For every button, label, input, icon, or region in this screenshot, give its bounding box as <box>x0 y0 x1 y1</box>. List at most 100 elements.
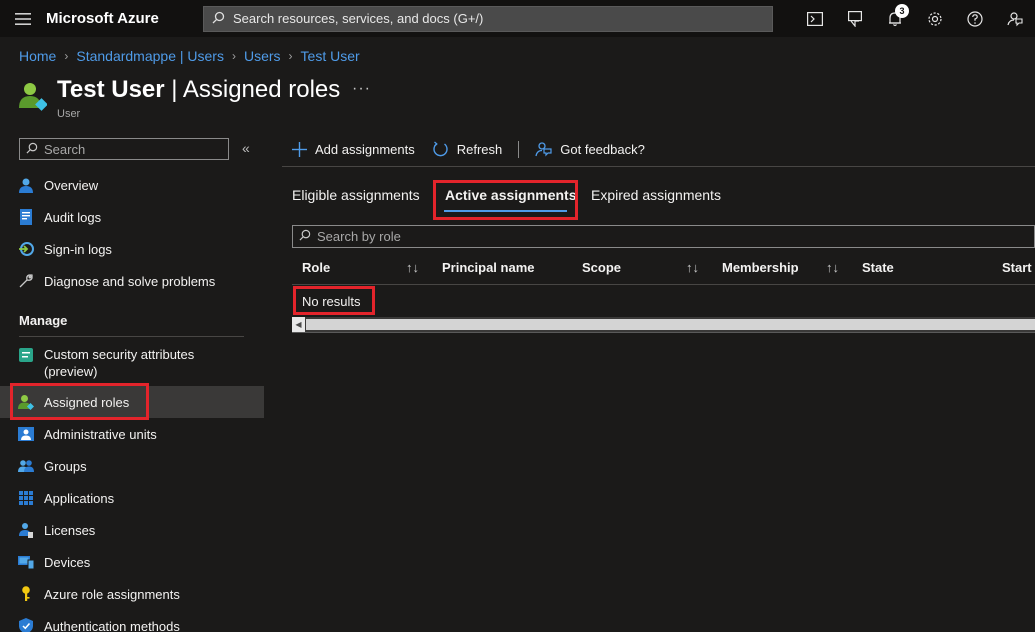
got-feedback-button[interactable]: Got feedback? <box>535 141 645 157</box>
user-role-icon <box>17 393 35 411</box>
top-bar: Microsoft Azure Search resources, servic… <box>0 0 1035 37</box>
page-subtitle: User <box>57 108 81 120</box>
sidebar-item-audit-logs[interactable]: Audit logs <box>0 201 264 233</box>
page-title: Test User | Assigned roles <box>57 76 340 104</box>
sidebar-item-label: Diagnose and solve problems <box>44 273 216 289</box>
tab-active-assignments[interactable]: Active assignments <box>445 187 577 203</box>
sign-in-icon <box>17 240 35 258</box>
empty-table-message: No results <box>302 294 361 309</box>
sidebar-item-label: Administrative units <box>44 426 157 442</box>
more-options-icon[interactable]: ··· <box>352 80 371 98</box>
sidebar-item-azure-role-assignments[interactable]: Azure role assignments <box>0 578 264 610</box>
sidebar-item-label: Authentication methods <box>44 618 180 632</box>
sidebar-item-assigned-roles[interactable]: Assigned roles <box>0 386 264 418</box>
top-icons: 3 <box>795 0 1035 37</box>
search-by-role-input[interactable]: Search by role <box>292 225 1035 248</box>
breadcrumb-test-user[interactable]: Test User <box>301 48 360 64</box>
devices-icon <box>17 553 35 571</box>
chevron-right-icon: › <box>64 49 69 63</box>
chevron-right-icon: › <box>288 49 293 63</box>
section-divider <box>19 336 244 337</box>
admin-units-icon <box>17 425 35 443</box>
sidebar-item-label: Groups <box>44 458 87 474</box>
column-header-role[interactable]: Role <box>302 260 330 275</box>
column-header-membership[interactable]: Membership <box>722 260 799 275</box>
chevron-right-icon: › <box>231 49 236 63</box>
manage-section-heading: Manage <box>19 313 68 328</box>
sidebar-item-sign-in-logs[interactable]: Sign-in logs <box>0 233 264 265</box>
refresh-button[interactable]: Refresh <box>432 141 503 158</box>
applications-icon <box>17 489 35 507</box>
sidebar-item-label: Sign-in logs <box>44 241 112 257</box>
plus-icon <box>292 141 307 157</box>
help-icon[interactable] <box>955 0 995 37</box>
sidebar-item-label: Custom security attributes (preview) <box>44 346 194 380</box>
breadcrumb-users[interactable]: Users <box>244 48 281 64</box>
table-header-divider <box>292 284 1035 285</box>
breadcrumb: Home › Standardmappe | Users › Users › T… <box>19 48 360 64</box>
active-tab-indicator <box>444 210 567 212</box>
bell-icon[interactable]: 3 <box>875 0 915 37</box>
collapse-sidebar-icon[interactable]: « <box>242 140 250 156</box>
search-icon <box>212 11 225 27</box>
tab-expired-assignments[interactable]: Expired assignments <box>591 187 721 203</box>
feedback-icon[interactable] <box>995 0 1035 37</box>
sidebar-search-placeholder: Search <box>44 141 86 157</box>
sidebar-item-administrative-units[interactable]: Administrative units <box>0 418 264 450</box>
breadcrumb-standardmappe-users[interactable]: Standardmappe | Users <box>76 48 224 64</box>
sidebar-item-label-line1: Custom security attributes <box>44 347 195 362</box>
licenses-icon <box>17 521 35 539</box>
key-icon <box>17 585 35 603</box>
sidebar-item-overview[interactable]: Overview <box>0 169 264 201</box>
sidebar-item-label-line2: (preview) <box>44 364 98 379</box>
search-icon <box>299 229 311 244</box>
sort-arrows-icon[interactable]: ↑↓ <box>406 260 419 275</box>
attributes-icon <box>17 346 35 364</box>
gear-icon[interactable] <box>915 0 955 37</box>
column-header-scope[interactable]: Scope <box>582 260 621 275</box>
scrollbar-thumb[interactable] <box>306 319 1035 330</box>
column-header-start-time[interactable]: Start t <box>1002 260 1035 275</box>
column-header-state[interactable]: State <box>862 260 894 275</box>
add-assignments-button[interactable]: Add assignments <box>292 141 415 157</box>
directory-filter-icon[interactable] <box>835 0 875 37</box>
breadcrumb-home[interactable]: Home <box>19 48 56 64</box>
sidebar-item-authentication-methods[interactable]: Authentication methods <box>0 610 264 632</box>
command-separator <box>518 140 520 158</box>
sidebar-search-input[interactable]: Search <box>19 138 229 160</box>
sidebar-item-label: Overview <box>44 177 99 193</box>
sidebar-item-custom-security-attributes[interactable]: Custom security attributes (preview) <box>0 340 264 380</box>
tab-eligible-assignments[interactable]: Eligible assignments <box>292 187 420 203</box>
sidebar-item-label: Licenses <box>44 522 96 538</box>
refresh-label: Refresh <box>456 141 503 157</box>
shield-icon <box>17 617 35 632</box>
wrench-icon <box>17 272 35 290</box>
user-icon <box>17 176 35 194</box>
sort-arrows-icon[interactable]: ↑↓ <box>826 260 839 275</box>
global-search-placeholder: Search resources, services, and docs (G+… <box>233 11 484 26</box>
sidebar-item-label: Devices <box>44 554 91 570</box>
command-bar-divider <box>282 166 1035 167</box>
sidebar-item-applications[interactable]: Applications <box>0 482 264 514</box>
sidebar-item-diagnose[interactable]: Diagnose and solve problems <box>0 265 264 297</box>
sidebar-item-groups[interactable]: Groups <box>0 450 264 482</box>
user-role-icon <box>19 82 48 112</box>
hamburger-menu-icon[interactable] <box>0 0 46 37</box>
sidebar-item-licenses[interactable]: Licenses <box>0 514 264 546</box>
search-icon <box>26 142 38 157</box>
add-assignments-label: Add assignments <box>315 141 415 157</box>
sidebar-item-label: Assigned roles <box>44 394 130 410</box>
notification-count-badge: 3 <box>895 4 909 18</box>
horizontal-scrollbar[interactable]: ◀ <box>292 317 1035 333</box>
global-search-input[interactable]: Search resources, services, and docs (G+… <box>203 5 773 32</box>
column-header-principal-name[interactable]: Principal name <box>442 260 534 275</box>
scroll-left-icon[interactable]: ◀ <box>292 317 305 332</box>
page-title-section: | Assigned roles <box>164 76 341 103</box>
brand-title[interactable]: Microsoft Azure <box>46 10 203 27</box>
sidebar-item-label: Azure role assignments <box>44 586 180 602</box>
page-title-user: Test User <box>57 76 165 103</box>
feedback-icon <box>535 141 552 157</box>
sidebar-item-devices[interactable]: Devices <box>0 546 264 578</box>
cloud-shell-icon[interactable] <box>795 0 835 37</box>
sort-arrows-icon[interactable]: ↑↓ <box>686 260 699 275</box>
